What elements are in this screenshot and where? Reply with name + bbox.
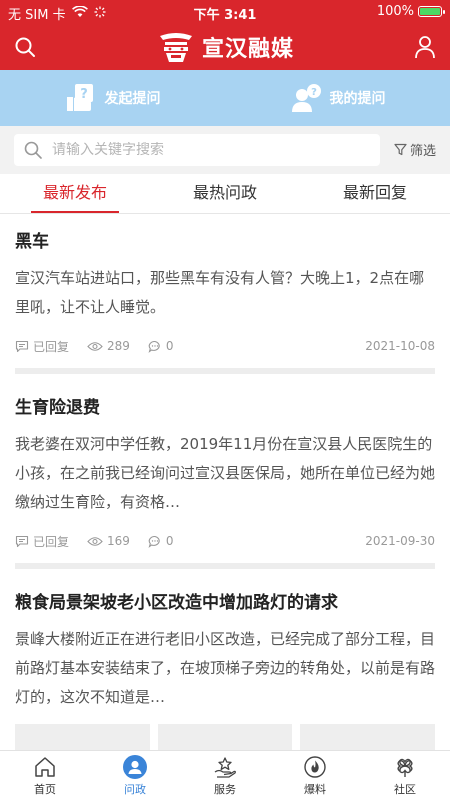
app-name: 宣汉融媒 — [201, 37, 294, 62]
search-input[interactable] — [52, 142, 352, 158]
nav-community[interactable]: 社区 — [360, 751, 450, 800]
my-questions-icon: ? — [291, 84, 321, 112]
tab-bar: 最新发布 最热问政 最新回复 — [0, 174, 450, 214]
nav-label: 服务 — [214, 783, 236, 796]
tab-latest-reply[interactable]: 最新回复 — [300, 174, 450, 213]
reply-icon — [15, 535, 29, 547]
user-icon — [123, 755, 147, 779]
search-icon — [24, 141, 42, 159]
filter-button[interactable]: 筛选 — [394, 140, 436, 159]
post-title: 黑车 — [15, 232, 49, 252]
reply-icon — [15, 340, 29, 352]
post-item[interactable]: 生育险退费 我老婆在双河中学任教，2019年11月份在宣汉县人民医院生的小孩，在… — [0, 374, 450, 569]
post-title: 生育险退费 — [15, 398, 100, 418]
nav-label: 社区 — [394, 783, 416, 796]
profile-button[interactable] — [410, 32, 440, 62]
clover-icon — [393, 755, 417, 779]
search-box — [14, 134, 380, 166]
nav-label: 爆料 — [304, 783, 326, 796]
tab-hottest[interactable]: 最热问政 — [150, 174, 300, 213]
post-item[interactable]: 粮食局景架坡老小区改造中增加路灯的请求 景峰大楼附近正在进行老旧小区改造，已经完… — [0, 569, 450, 764]
nav-service[interactable]: 服务 — [180, 751, 270, 800]
service-icon — [213, 755, 237, 779]
fire-icon — [303, 755, 327, 779]
view-count: 289 — [107, 339, 130, 353]
nav-wenzheng[interactable]: 问政 — [90, 751, 180, 800]
post-item[interactable]: 黑车 宣汉汽车站进站口，那些黑车有没有人管？大晚上1，2点在哪里吼，让不让人睡觉… — [0, 214, 450, 374]
eye-icon — [87, 536, 103, 546]
post-body: 我老婆在双河中学任教，2019年11月份在宣汉县人民医院生的小孩，在之前我已经询… — [15, 435, 435, 511]
status-bar: 无 SIM 卡 下午 3:41 100% — [0, 0, 450, 24]
comment-count: 0 — [165, 534, 174, 548]
post-meta: 已回复 289 0 2021-10-08 — [15, 336, 435, 356]
tab-latest[interactable]: 最新发布 — [0, 174, 150, 213]
battery-icon — [418, 6, 445, 17]
nav-label: 问政 — [124, 783, 146, 796]
app-header: 宣汉融媒 — [0, 24, 450, 70]
nav-label: 首页 — [34, 783, 56, 796]
action-band: ? 发起提问 ? 我的提问 — [0, 70, 450, 126]
nav-baoliao[interactable]: 爆料 — [270, 751, 360, 800]
eye-icon — [87, 341, 103, 351]
filter-label: 筛选 — [409, 144, 436, 159]
comment-icon — [148, 340, 160, 353]
ask-question-label: 发起提问 — [104, 91, 161, 107]
post-body: 景峰大楼附近正在进行老旧小区改造，已经完成了部分工程，目前路灯基本安装结束了，在… — [15, 630, 435, 706]
user-icon — [415, 36, 435, 59]
home-icon — [33, 755, 57, 779]
comment-icon — [148, 535, 160, 548]
reply-status: 已回复 — [33, 339, 70, 354]
comment-count: 0 — [165, 339, 174, 353]
post-date: 2021-09-30 — [365, 534, 435, 548]
brand: 宣汉融媒 — [0, 30, 450, 64]
post-meta: 已回复 169 0 2021-09-30 — [15, 531, 435, 551]
ask-question-icon: ? — [66, 84, 93, 111]
ask-question-button[interactable]: ? 发起提问 — [0, 70, 225, 126]
my-questions-label: 我的提问 — [329, 91, 386, 107]
svg-text:?: ? — [311, 87, 317, 98]
battery-label: 100% — [376, 4, 414, 19]
post-body: 宣汉汽车站进站口，那些黑车有没有人管？大晚上1，2点在哪里吼，让不让人睡觉。 — [15, 269, 425, 316]
view-count: 169 — [107, 534, 130, 548]
post-date: 2021-10-08 — [365, 339, 435, 353]
bottom-nav: 首页 问政 服务 爆料 社区 — [0, 750, 450, 800]
post-list: 黑车 宣汉汽车站进站口，那些黑车有没有人管？大晚上1，2点在哪里吼，让不让人睡觉… — [0, 214, 450, 764]
search-bar: 筛选 — [0, 126, 450, 174]
nav-home[interactable]: 首页 — [0, 751, 90, 800]
filter-icon — [394, 143, 407, 156]
my-questions-button[interactable]: ? 我的提问 — [225, 70, 450, 126]
logo-icon — [159, 33, 192, 62]
reply-status: 已回复 — [33, 534, 70, 549]
svg-text:?: ? — [80, 87, 88, 102]
post-title: 粮食局景架坡老小区改造中增加路灯的请求 — [15, 593, 338, 613]
